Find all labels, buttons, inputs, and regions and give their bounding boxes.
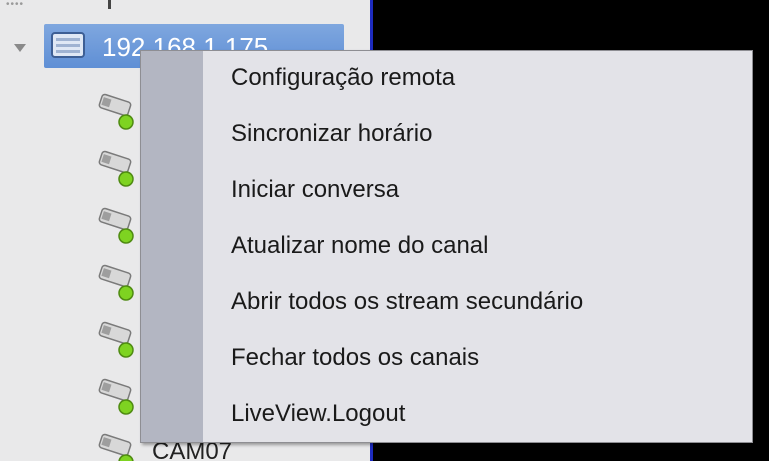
context-menu: Configuração remota Sincronizar horário … xyxy=(140,50,753,443)
camera-online-icon[interactable] xyxy=(96,149,140,189)
menu-item-open-all-substream[interactable]: Abrir todos os stream secundário xyxy=(203,275,752,329)
camera-label[interactable]: CAM07 xyxy=(152,440,232,461)
camera-online-icon[interactable] xyxy=(96,377,140,417)
chevron-down-icon[interactable] xyxy=(14,44,26,52)
camera-online-icon[interactable] xyxy=(96,263,140,303)
camera-online-icon[interactable] xyxy=(96,206,140,246)
camera-online-icon[interactable] xyxy=(96,320,140,360)
tree-connector-dots: •••• xyxy=(6,0,25,10)
menu-item-start-talk[interactable]: Iniciar conversa xyxy=(203,163,752,217)
app-window: •••• 192.168.1.175 CAM07 Configuração re… xyxy=(0,0,769,461)
menu-item-update-channel-name[interactable]: Atualizar nome do canal xyxy=(203,219,752,273)
camera-online-icon[interactable] xyxy=(96,92,140,132)
menu-item-close-all-channels[interactable]: Fechar todos os canais xyxy=(203,331,752,385)
camera-online-icon[interactable] xyxy=(96,432,140,461)
menu-item-sync-time[interactable]: Sincronizar horário xyxy=(203,107,752,161)
menu-item-logout[interactable]: LiveView.Logout xyxy=(203,387,752,441)
tree-connector-line xyxy=(108,0,111,9)
menu-item-remote-config[interactable]: Configuração remota xyxy=(203,51,752,105)
dvr-device-icon xyxy=(51,32,85,58)
menu-icon-gutter xyxy=(141,51,203,442)
